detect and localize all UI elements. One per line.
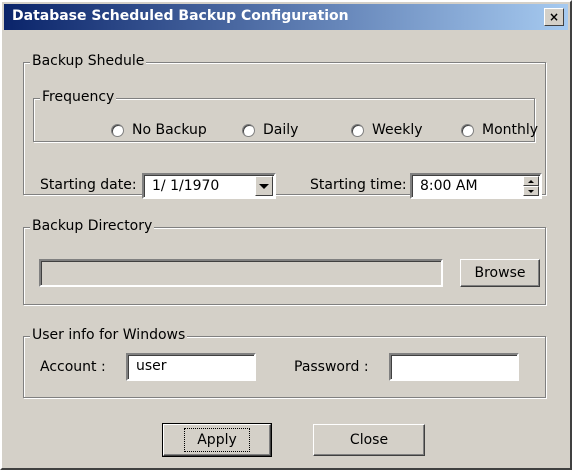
chevron-down-icon <box>259 183 269 189</box>
backup-directory-group: Backup Directory Browse <box>23 218 546 305</box>
radio-no-backup-circle[interactable] <box>111 123 124 137</box>
arrow-up-icon <box>528 179 534 183</box>
radio-daily-circle[interactable] <box>242 123 255 137</box>
radio-weekly[interactable]: Weekly <box>351 122 423 138</box>
radio-monthly-label: Monthly <box>482 122 539 138</box>
radio-weekly-label: Weekly <box>372 122 423 138</box>
apply-button[interactable]: Apply <box>162 423 272 457</box>
time-spin-buttons[interactable] <box>523 176 539 196</box>
window-title: Database Scheduled Backup Configuration <box>12 8 349 24</box>
close-button[interactable]: Close <box>313 424 425 456</box>
user-info-legend: User info for Windows <box>30 327 188 343</box>
starting-time-label: Starting time: <box>310 177 407 193</box>
starting-date-value: 1/ 1/1970 <box>152 178 220 194</box>
spin-down-button[interactable] <box>523 186 539 196</box>
radio-monthly[interactable]: Monthly <box>461 122 538 138</box>
account-value: user <box>136 358 167 374</box>
backup-directory-legend: Backup Directory <box>30 218 155 234</box>
starting-time-spinner[interactable]: 8:00 AM <box>410 173 542 199</box>
spin-up-button[interactable] <box>523 176 539 186</box>
backup-config-dialog: Database Scheduled Backup Configuration … <box>0 0 572 470</box>
frequency-group: Frequency No Backup Daily Weekly Monthly <box>33 89 538 142</box>
password-label: Password : <box>294 359 369 375</box>
account-input[interactable]: user <box>126 353 256 381</box>
user-info-group: User info for Windows Account : user Pas… <box>23 327 546 398</box>
frequency-legend: Frequency <box>40 89 117 105</box>
radio-no-backup-label: No Backup <box>132 122 207 138</box>
browse-button[interactable]: Browse <box>460 259 540 287</box>
account-label: Account : <box>40 359 106 375</box>
backup-directory-input[interactable] <box>39 259 443 287</box>
radio-daily-label: Daily <box>263 122 299 138</box>
password-input[interactable] <box>389 353 519 381</box>
starting-date-label: Starting date: <box>40 177 137 193</box>
arrow-down-icon <box>528 189 534 193</box>
radio-monthly-circle[interactable] <box>461 123 474 137</box>
radio-weekly-circle[interactable] <box>351 123 364 137</box>
radio-daily[interactable]: Daily <box>242 122 298 138</box>
starting-date-picker[interactable]: 1/ 1/1970 <box>142 173 276 199</box>
backup-schedule-legend: Backup Shedule <box>30 53 147 69</box>
title-bar[interactable]: Database Scheduled Backup Configuration … <box>4 4 568 30</box>
starting-time-value: 8:00 AM <box>420 178 478 194</box>
close-icon[interactable]: × <box>544 8 564 26</box>
date-dropdown-button[interactable] <box>255 176 273 196</box>
apply-button-label: Apply <box>184 428 250 452</box>
radio-no-backup[interactable]: No Backup <box>111 122 207 138</box>
backup-schedule-group: Backup Shedule Frequency No Backup Daily… <box>23 53 546 199</box>
